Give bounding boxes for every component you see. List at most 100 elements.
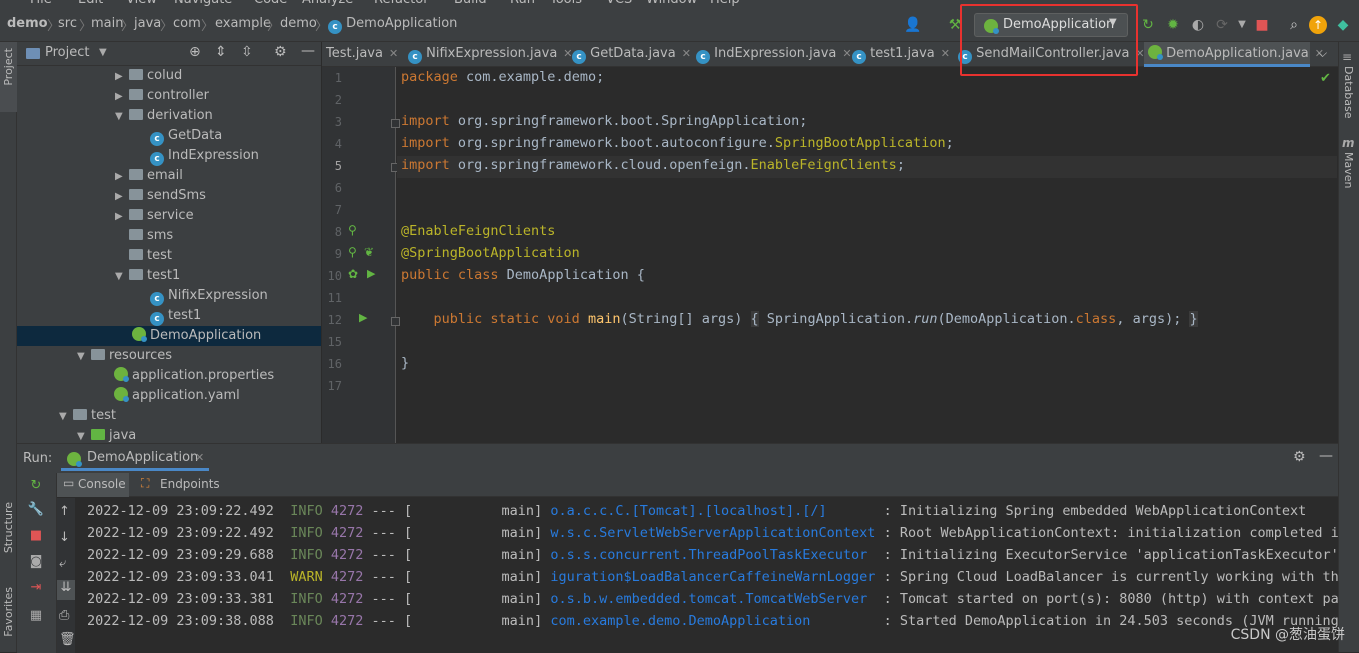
structure-tool-label[interactable]: Structure [2, 502, 15, 553]
close-icon[interactable]: ✕ [941, 47, 950, 60]
tab-console[interactable]: ▭ Console [57, 473, 129, 497]
favorites-tool-label[interactable]: Favorites [2, 587, 15, 637]
plugin-logo-icon[interactable]: ◆ [1334, 16, 1352, 34]
breadcrumb-item[interactable]: demo [7, 16, 48, 31]
tree-item[interactable]: test [129, 246, 172, 266]
close-icon[interactable]: ✕ [195, 451, 204, 464]
more-run-options-icon[interactable]: ▼ [1233, 16, 1251, 34]
arrow-down-icon[interactable]: ↓ [59, 530, 70, 545]
run-tab-demoapplication[interactable]: DemoApplication ✕ [61, 447, 209, 471]
tree-item-selected[interactable]: DemoApplication [17, 326, 321, 346]
exit-icon[interactable]: ⇥ [27, 579, 45, 597]
locate-icon[interactable]: ⊕ [189, 44, 201, 60]
tree-item[interactable]: application.properties [114, 366, 274, 386]
tree-item[interactable]: ▼test1 [115, 266, 180, 286]
tree-item[interactable]: ▶email [115, 166, 183, 186]
tree-item[interactable]: ▶controller [115, 86, 209, 106]
chevron-right-icon[interactable]: ▶ [115, 87, 129, 107]
tab-list-chevron-icon[interactable]: ⌵ [1318, 46, 1327, 61]
rerun-icon[interactable]: ↻ [1139, 16, 1157, 34]
bean-search-icon[interactable]: ⚲ [348, 223, 357, 237]
expand-all-icon[interactable]: ⇕ [215, 44, 227, 60]
camera-icon[interactable]: ◙ [27, 553, 45, 571]
gear-icon[interactable]: ⚙ [274, 44, 287, 60]
maven-tool-label[interactable]: Maven [1342, 152, 1355, 188]
breadcrumb-item[interactable]: java [134, 16, 161, 31]
rerun-icon[interactable]: ↻ [27, 477, 45, 495]
project-panel-title[interactable]: Project [45, 45, 89, 60]
chevron-down-icon[interactable]: ▼ [77, 347, 91, 367]
collapse-all-icon[interactable]: ⇳ [241, 44, 253, 60]
tab-endpoints[interactable]: ⛶ Endpoints [137, 473, 227, 497]
chevron-down-icon[interactable]: ▼ [59, 407, 73, 427]
chevron-right-icon[interactable]: ▶ [115, 67, 129, 87]
trash-icon[interactable]: 🗑 [59, 632, 76, 647]
tab-demoapplication-java[interactable]: DemoApplication.java✕ [1144, 42, 1310, 67]
layout-icon[interactable]: ▦ [27, 607, 45, 625]
stop-icon[interactable]: ■ [1253, 16, 1271, 34]
chevron-right-icon[interactable]: ▶ [115, 187, 129, 207]
arrow-up-icon[interactable]: ↑ [59, 504, 70, 519]
close-icon[interactable]: ✕ [842, 47, 851, 60]
tree-item[interactable]: ▶colud [115, 66, 182, 86]
user-icon[interactable]: 👤 [904, 16, 922, 34]
breadcrumb-item[interactable]: example [215, 16, 271, 31]
tree-item[interactable]: ctest1 [150, 306, 201, 326]
tab-indexpression-java[interactable]: c IndExpression.java✕ [696, 42, 836, 67]
breadcrumb-item[interactable]: main [91, 16, 123, 31]
search-icon[interactable]: ⌕ [1285, 16, 1303, 34]
chevron-right-icon[interactable]: ▶ [115, 207, 129, 227]
update-icon[interactable]: ↑ [1309, 16, 1327, 34]
tree-item[interactable]: ▶sendSms [115, 186, 206, 206]
database-tool-label[interactable]: Database [1342, 66, 1355, 119]
profile-icon[interactable]: ⟳ [1213, 16, 1231, 34]
breadcrumb-item[interactable]: src [58, 16, 77, 31]
tree-item[interactable]: sms [129, 226, 173, 246]
tab-test-java[interactable]: Test.java✕ [326, 42, 396, 67]
tab-test1-java[interactable]: c test1.java✕ [852, 42, 952, 67]
scroll-to-end-icon[interactable]: ⇊ [57, 580, 75, 600]
tab-nifixexpression-java[interactable]: c NifixExpression.java✕ [408, 42, 558, 67]
maven-icon[interactable]: m [1342, 136, 1355, 150]
gear-icon[interactable]: ⚙ [1293, 449, 1306, 465]
chevron-down-icon[interactable]: ▼ [115, 107, 129, 127]
spring-bean-icon[interactable]: ✿ [348, 267, 358, 281]
breadcrumb-item[interactable]: com [173, 16, 201, 31]
close-icon[interactable]: ✕ [389, 47, 398, 60]
coverage-icon[interactable]: ◐ [1189, 16, 1207, 34]
project-tool-tab[interactable]: Project [0, 42, 17, 112]
spring-leaf-icon[interactable]: ❦ [364, 245, 374, 259]
tree-item[interactable]: ▼resources [77, 346, 172, 366]
chevron-down-icon[interactable]: ▼ [115, 267, 129, 287]
tab-getdata-java[interactable]: c GetData.java✕ [572, 42, 684, 67]
wrench-icon[interactable]: 🔧 [27, 501, 45, 519]
print-icon[interactable]: ⎙ [59, 608, 69, 623]
bean-search-icon[interactable]: ⚲ [348, 245, 357, 259]
database-icon[interactable]: ≡ [1342, 50, 1352, 64]
fold-icon[interactable] [391, 317, 400, 326]
tree-item[interactable]: application.yaml [114, 386, 240, 406]
tree-item[interactable]: ▼derivation [115, 106, 213, 126]
fold-icon[interactable] [391, 119, 400, 128]
chevron-down-icon[interactable]: ▼ [77, 427, 91, 443]
code-editor[interactable]: 1 2 3 4 5 6 7 8 9 10 11 12 15 16 17 ⚲ ⚲ … [322, 67, 1338, 443]
stop-icon[interactable]: ■ [27, 527, 45, 545]
soft-wrap-icon[interactable]: ⤶ [59, 556, 66, 571]
close-icon[interactable]: ✕ [682, 47, 691, 60]
chevron-down-icon[interactable]: ▼ [99, 47, 107, 58]
run-gutter-icon[interactable]: ▶ [367, 267, 375, 280]
minimize-icon[interactable]: — [1319, 448, 1333, 464]
breadcrumb-item-current[interactable]: c DemoApplication [328, 16, 457, 34]
tree-item[interactable]: cGetData [150, 126, 222, 146]
debug-bug-icon[interactable]: ✹ [1164, 16, 1182, 34]
chevron-right-icon[interactable]: ▶ [115, 167, 129, 187]
run-gutter-icon[interactable]: ▶ [359, 311, 367, 324]
tree-item[interactable]: ▶service [115, 206, 194, 226]
tree-item[interactable]: cIndExpression [150, 146, 259, 166]
tree-item[interactable]: cNifixExpression [150, 286, 268, 306]
tree-item[interactable]: ▼java [77, 426, 136, 443]
console-output[interactable]: 2022-12-09 23:09:22.492 INFO 4272 --- [ … [75, 498, 1338, 653]
tree-item[interactable]: ▼test [59, 406, 116, 426]
minimize-icon[interactable]: — [301, 43, 315, 59]
breadcrumb-item[interactable]: demo [280, 16, 317, 31]
